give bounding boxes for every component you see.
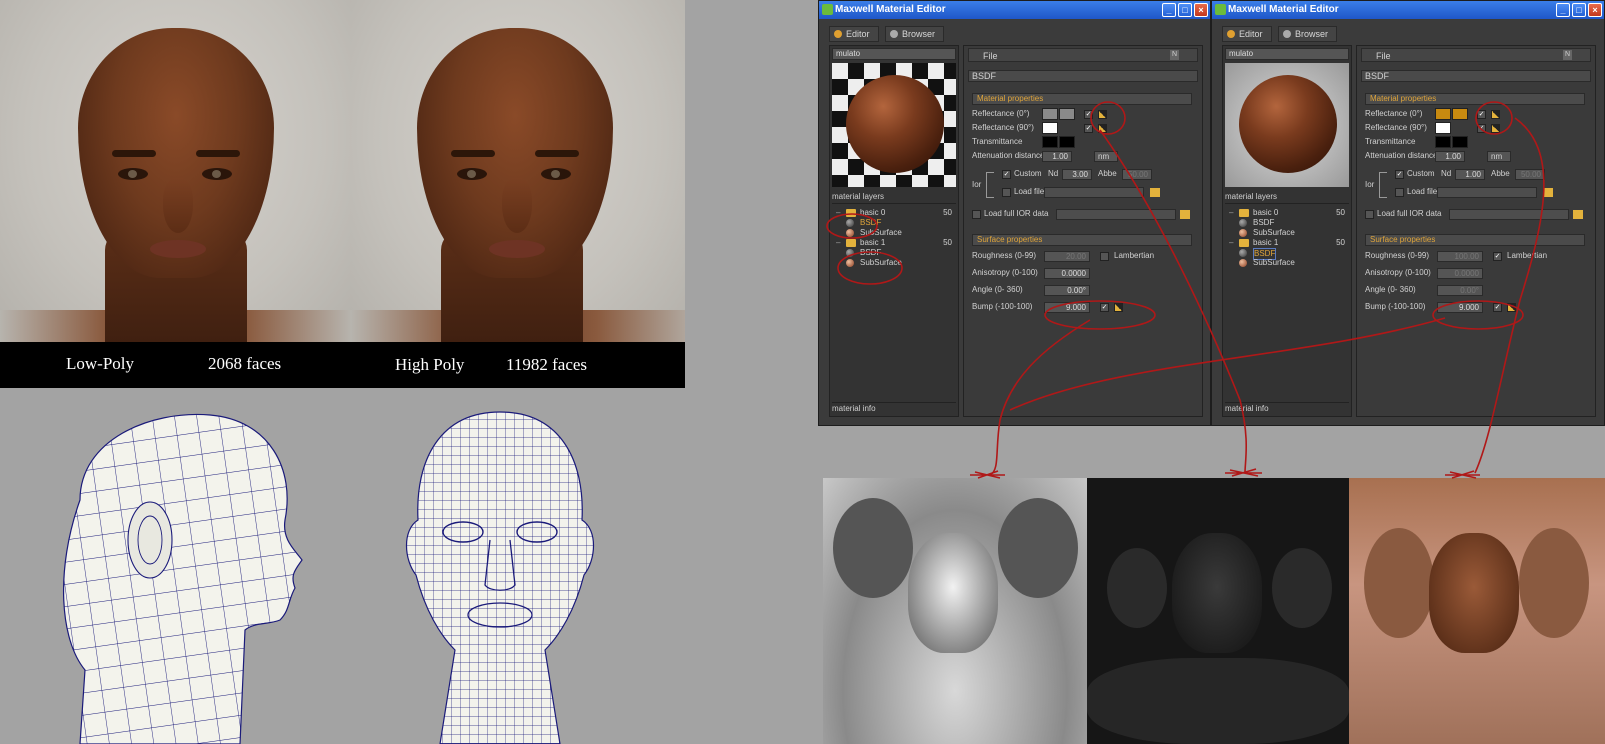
annotation-circle	[1475, 101, 1513, 135]
annotation-scribble	[1225, 468, 1262, 477]
annotation-circle	[1432, 300, 1524, 330]
annotation-circle	[1090, 101, 1126, 135]
annotation-circle	[826, 213, 878, 239]
annotation-overlay	[826, 101, 1545, 479]
annotation-arrow	[1009, 317, 1446, 411]
annotation-circle	[837, 251, 903, 285]
annotation-scribble	[970, 470, 1005, 479]
annotation-arrow	[1474, 117, 1545, 474]
annotation-circle	[1044, 300, 1156, 330]
